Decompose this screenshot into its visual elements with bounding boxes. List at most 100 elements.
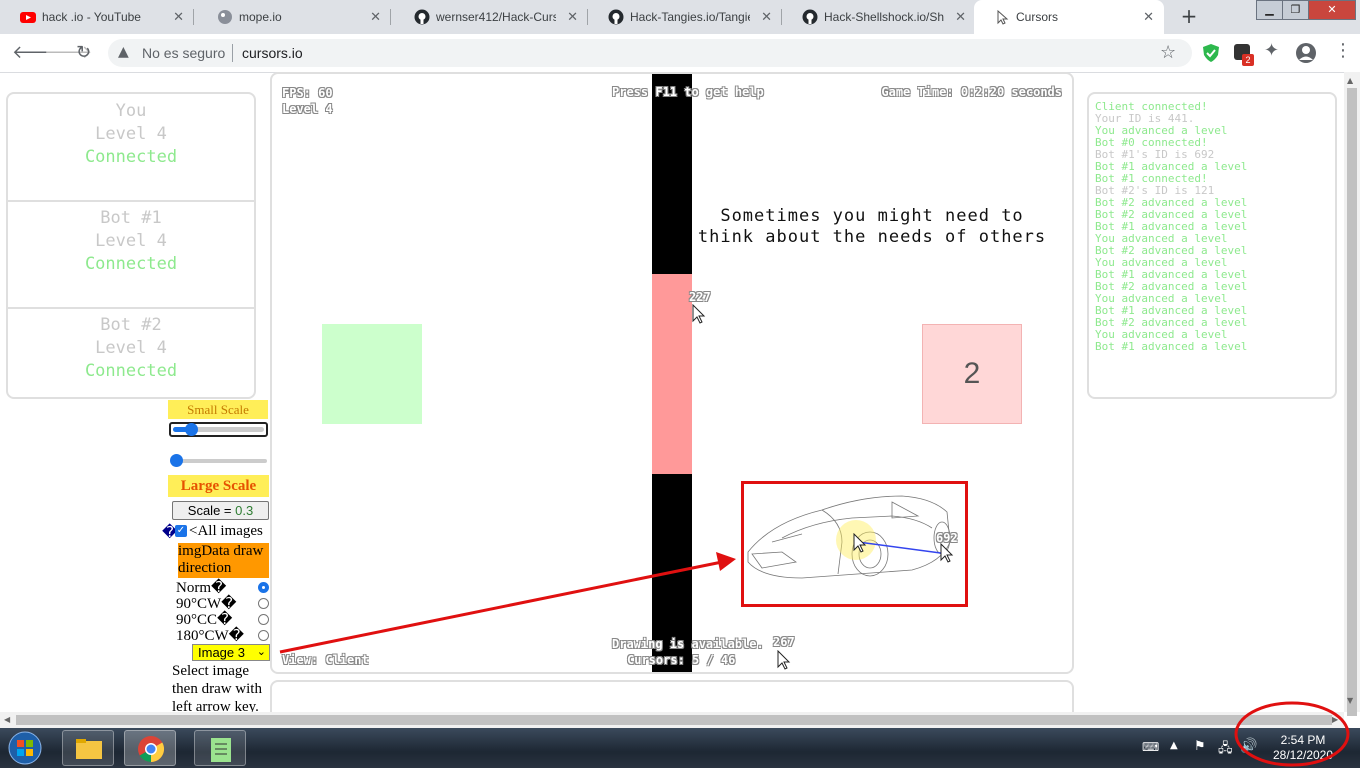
player-card-you: You Level 4 Connected xyxy=(8,94,254,200)
tab-cursors[interactable]: Cursors ✕ xyxy=(974,0,1164,34)
direction-radio-norm[interactable] xyxy=(258,582,269,593)
folder-icon xyxy=(76,739,102,759)
direction-radio-90cc[interactable] xyxy=(258,614,269,625)
action-center-flag-icon[interactable]: ⚑ xyxy=(1194,739,1206,754)
volume-icon[interactable]: 🔊 xyxy=(1240,738,1257,754)
security-label[interactable]: No es seguro xyxy=(142,45,225,61)
scroll-left-icon[interactable]: ◀ xyxy=(4,715,10,724)
event-log-panel: Client connected! Your ID is 441. You adva… xyxy=(1087,92,1337,399)
tab-title: Hack-Shellshock.io/Shell xyxy=(824,10,944,24)
log-line: Bot #1 advanced a level xyxy=(1095,340,1248,353)
horizontal-scrollbar[interactable]: ◀ ▶ xyxy=(0,712,1344,728)
chrome-icon xyxy=(138,736,165,763)
player-card-bot-2: Bot #2 Level 4 Connected xyxy=(8,308,254,414)
scale-slider-thumb[interactable] xyxy=(185,423,199,436)
scale-value: 0.3 xyxy=(235,503,254,518)
tab-title: wernser412/Hack-Cursors xyxy=(436,10,556,24)
player-card-bot-1: Bot #1 Level 4 Connected xyxy=(8,201,254,307)
tab-github-tangies[interactable]: Hack-Tangies.io/Tangies ✕ xyxy=(588,0,782,34)
image-select-value: Image 3 xyxy=(198,645,245,660)
tab-mope[interactable]: mope.io ✕ xyxy=(197,0,391,34)
player-name: Bot #1 xyxy=(100,208,162,228)
direction-radio-180cw[interactable] xyxy=(258,630,269,641)
windows-taskbar: ⌨ ▲ ⚑ 🖧 🔊 2:54 PM 28/12/2020 xyxy=(0,728,1360,768)
horizontal-scroll-thumb[interactable] xyxy=(16,715,1332,725)
browser-tab-strip: hack .io - YouTube ✕ mope.io ✕ wernser41… xyxy=(0,0,1360,34)
red-zone xyxy=(652,274,692,474)
player-status: Connected xyxy=(84,361,178,381)
all-images-label: <All images xyxy=(189,523,263,539)
scroll-down-icon[interactable]: ▼ xyxy=(1347,696,1353,705)
level-message-line-2: think about the needs of others xyxy=(697,227,1047,247)
drawing-status: Drawing is available. xyxy=(612,637,764,651)
small-scale-label: Small Scale xyxy=(168,400,268,419)
close-window-button[interactable]: ✕ xyxy=(1308,0,1356,20)
event-log-list: Client connected! Your ID is 441. You adva… xyxy=(1095,101,1335,353)
close-tab-icon[interactable]: ✕ xyxy=(173,9,184,25)
new-tab-button[interactable]: + xyxy=(1178,6,1200,28)
taskbar-notepad-button[interactable] xyxy=(194,730,246,766)
bookmark-star-icon[interactable]: ☆ xyxy=(1160,42,1176,63)
close-tab-icon[interactable]: ✕ xyxy=(955,9,966,25)
players-panel: You Level 4 Connected Bot #1 Level 4 Con… xyxy=(6,92,256,399)
imgdata-direction-label: imgData draw direction xyxy=(178,543,269,578)
menu-dots-icon[interactable]: ⋮ xyxy=(1334,40,1352,61)
maximize-button[interactable]: ❐ xyxy=(1282,0,1309,20)
tab-github-shellshock[interactable]: Hack-Shellshock.io/Shell ✕ xyxy=(782,0,976,34)
direction-label-norm: Norm� xyxy=(176,580,227,596)
player-name: Bot #2 xyxy=(100,315,162,335)
scale-button[interactable]: Scale = 0.3 xyxy=(172,501,269,520)
vertical-scrollbar[interactable]: ▲ ▼ xyxy=(1344,72,1360,716)
cursor-icon xyxy=(692,304,706,324)
green-exit-area xyxy=(322,324,422,424)
direction-label-180cw: 180°CW� xyxy=(176,628,245,644)
notepad-icon xyxy=(211,738,231,762)
reload-icon[interactable]: ↻ xyxy=(76,42,91,63)
network-icon[interactable]: 🖧 xyxy=(1218,739,1233,761)
direction-radio-90cw[interactable] xyxy=(258,598,269,609)
secondary-slider[interactable] xyxy=(170,454,269,467)
hold-button-box[interactable]: 2 xyxy=(922,324,1022,424)
close-tab-icon[interactable]: ✕ xyxy=(1143,9,1154,25)
tab-title: hack .io - YouTube xyxy=(42,10,141,24)
player-level: Level 4 xyxy=(95,124,167,144)
instructions-text: Select image then draw with left arrow k… xyxy=(172,663,262,712)
player-status: Connected xyxy=(84,254,178,274)
scroll-right-icon[interactable]: ▶ xyxy=(1332,715,1338,724)
taskbar-explorer-button[interactable] xyxy=(62,730,114,766)
close-tab-icon[interactable]: ✕ xyxy=(370,9,381,25)
github-icon xyxy=(802,9,818,25)
tab-github-cursors[interactable]: wernser412/Hack-Cursors ✕ xyxy=(394,0,588,34)
view-mode: View: Client xyxy=(282,653,369,667)
tray-expand-icon[interactable]: ▲ xyxy=(1170,740,1178,751)
tab-title: mope.io xyxy=(239,10,282,24)
warning-icon[interactable]: ▲ xyxy=(118,44,129,60)
tab-youtube[interactable]: hack .io - YouTube ✕ xyxy=(0,0,194,34)
extension-badge: 2 xyxy=(1242,54,1254,66)
browser-toolbar: 🡐 🡒 ↻ ▲ No es seguro cursors.io ☆ 2 ✦ ⋮ xyxy=(0,34,1360,73)
url-text[interactable]: cursors.io xyxy=(242,45,303,61)
scale-slider[interactable] xyxy=(169,422,268,437)
system-clock[interactable]: 2:54 PM 28/12/2020 xyxy=(1270,733,1336,763)
windows-start-icon[interactable] xyxy=(6,730,44,766)
close-tab-icon[interactable]: ✕ xyxy=(567,9,578,25)
profile-avatar-icon[interactable] xyxy=(1295,42,1317,64)
close-tab-icon[interactable]: ✕ xyxy=(761,9,772,25)
minimize-button[interactable]: ▁ xyxy=(1256,0,1283,20)
scroll-up-icon[interactable]: ▲ xyxy=(1347,76,1353,85)
direction-radio-group: Norm� 90°CW� 90°CC� 180°CW� xyxy=(176,580,270,644)
taskbar-chrome-button[interactable] xyxy=(124,730,176,766)
player-name: You xyxy=(115,101,147,121)
github-icon xyxy=(608,9,624,25)
secondary-slider-thumb[interactable] xyxy=(170,454,183,467)
vertical-scroll-thumb[interactable] xyxy=(1347,88,1357,716)
image-select[interactable]: Image 3 ⌄ xyxy=(192,644,270,661)
cursor-id-label: 267 xyxy=(773,635,795,649)
all-images-checkbox[interactable]: ✓ xyxy=(175,525,187,537)
level-readout: Level 4 xyxy=(282,102,333,116)
keyboard-icon[interactable]: ⌨ xyxy=(1142,740,1159,754)
puzzle-extensions-icon[interactable]: ✦ xyxy=(1264,40,1279,61)
scale-label: Scale = xyxy=(187,503,236,518)
address-bar[interactable]: ▲ No es seguro cursors.io ☆ xyxy=(108,39,1192,67)
adblock-shield-icon[interactable] xyxy=(1202,43,1220,63)
